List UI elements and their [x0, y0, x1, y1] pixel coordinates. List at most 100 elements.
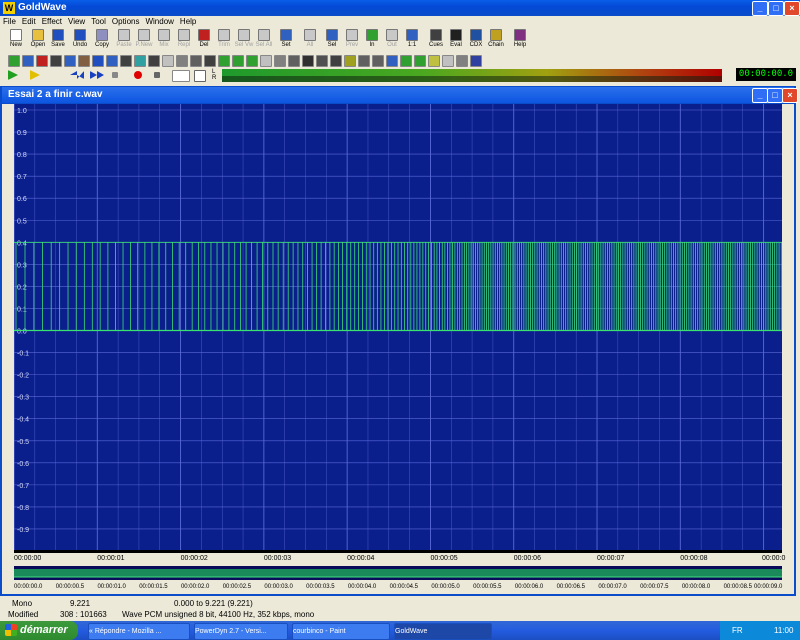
menu-help[interactable]: Help [177, 16, 199, 28]
menu-effect[interactable]: Effect [39, 16, 65, 28]
sel-all-button[interactable]: Sel All [254, 29, 274, 51]
play-icon[interactable] [8, 70, 18, 80]
effect-tool-icon[interactable] [428, 55, 440, 67]
effect-tool-icon[interactable] [344, 55, 356, 67]
effect-tool-icon[interactable] [386, 55, 398, 67]
trim-button[interactable]: Trim [214, 29, 234, 51]
cues-button[interactable]: Cues [426, 29, 446, 51]
effect-tool-icon[interactable] [456, 55, 468, 67]
effect-tool-icon[interactable] [218, 55, 230, 67]
p-new-button[interactable]: P.New [134, 29, 154, 51]
effect-tool-icon[interactable] [414, 55, 426, 67]
effect-tool-icon[interactable] [78, 55, 90, 67]
all-button[interactable]: All [300, 29, 320, 51]
copy-button[interactable]: Copy [92, 29, 112, 51]
cdx-button[interactable]: CDX [466, 29, 486, 51]
effect-tool-icon[interactable] [92, 55, 104, 67]
properties-icon[interactable] [194, 70, 206, 82]
task-firefox[interactable]: « Répondre - Mozilla ... [88, 623, 190, 640]
effect-tool-icon[interactable] [148, 55, 160, 67]
menu-view[interactable]: View [65, 16, 88, 28]
time-ruler-label: 00:00:02 [180, 555, 208, 562]
effect-tool-icon[interactable] [470, 55, 482, 67]
pause-icon[interactable] [112, 72, 118, 78]
menu-bar: File Edit Effect View Tool Options Window Help [0, 16, 800, 28]
menu-edit[interactable]: Edit [19, 16, 39, 28]
doc-close-icon[interactable]: × [782, 88, 798, 103]
set-button[interactable]: Set [276, 29, 296, 51]
rewind-icon[interactable] [70, 71, 84, 79]
minimize-icon[interactable]: _ [752, 1, 768, 16]
overview-ruler-label: 00:00:01.0 [97, 584, 126, 590]
effect-tool-icon[interactable] [190, 55, 202, 67]
effect-tool-icon[interactable] [442, 55, 454, 67]
effect-tool-icon[interactable] [330, 55, 342, 67]
fast-forward-icon[interactable] [90, 71, 104, 79]
left-gutter [2, 104, 14, 594]
effect-tool-icon[interactable] [8, 55, 20, 67]
1-1-button[interactable]: 1:1 [402, 29, 422, 51]
effect-tool-icon[interactable] [176, 55, 188, 67]
menu-tool[interactable]: Tool [88, 16, 109, 28]
doc-maximize-icon[interactable]: □ [767, 88, 783, 103]
effect-tool-icon[interactable] [246, 55, 258, 67]
play-selection-icon[interactable] [30, 70, 40, 80]
record-icon[interactable] [134, 71, 142, 79]
effect-tool-icon[interactable] [260, 55, 272, 67]
chain-button[interactable]: Chain [486, 29, 506, 51]
menu-options[interactable]: Options [109, 16, 143, 28]
toolbar-button-label: Cues [428, 42, 443, 48]
sel-vw-button[interactable]: Sel Vw [234, 29, 254, 51]
play-mode-dropdown[interactable] [172, 70, 190, 82]
effect-tool-icon[interactable] [162, 55, 174, 67]
paste-button[interactable]: Paste [114, 29, 134, 51]
effect-tool-icon[interactable] [106, 55, 118, 67]
effect-tool-icon[interactable] [204, 55, 216, 67]
effect-tool-icon[interactable] [134, 55, 146, 67]
undo-button[interactable]: Undo [70, 29, 90, 51]
effect-tool-icon[interactable] [316, 55, 328, 67]
overview-ruler-label: 00:00:03.5 [306, 584, 335, 590]
start-label: démarrer [20, 624, 68, 636]
effect-tool-icon[interactable] [288, 55, 300, 67]
effect-tool-icon[interactable] [120, 55, 132, 67]
sel-button[interactable]: Sel [322, 29, 342, 51]
task-powerdyn[interactable]: PowerDyn 2.7 - Versi... [194, 623, 288, 640]
waveform-view[interactable]: 1.00.90.80.70.60.50.40.30.20.10.0-0.1-0.… [14, 104, 782, 550]
save-button[interactable]: Save [48, 29, 68, 51]
close-icon[interactable]: × [784, 1, 800, 16]
effect-tool-icon[interactable] [50, 55, 62, 67]
in-button[interactable]: In [362, 29, 382, 51]
effect-tool-icon[interactable] [22, 55, 34, 67]
help-book-icon [514, 29, 526, 41]
menu-window[interactable]: Window [142, 16, 176, 28]
out-button[interactable]: Out [382, 29, 402, 51]
start-button[interactable]: démarrer [0, 621, 78, 640]
del-button[interactable]: Del [194, 29, 214, 51]
stop-icon[interactable] [154, 72, 160, 78]
repl-button[interactable]: Repl [174, 29, 194, 51]
effect-tool-icon[interactable] [232, 55, 244, 67]
effect-tool-icon[interactable] [36, 55, 48, 67]
task-paint[interactable]: courbinco - Paint [292, 623, 390, 640]
help-button[interactable]: Help [510, 29, 530, 51]
language-indicator[interactable]: FR [732, 621, 743, 640]
task-label: PowerDyn 2.7 - Versi... [195, 628, 267, 635]
effect-tool-icon[interactable] [274, 55, 286, 67]
effect-tool-icon[interactable] [64, 55, 76, 67]
menu-file[interactable]: File [0, 16, 19, 28]
effect-tool-icon[interactable] [400, 55, 412, 67]
mix-button[interactable]: Mix [154, 29, 174, 51]
new-button[interactable]: New [6, 29, 26, 51]
effect-tool-icon[interactable] [372, 55, 384, 67]
y-axis-label: -0.8 [17, 505, 29, 512]
doc-minimize-icon[interactable]: _ [752, 88, 768, 103]
eval-button[interactable]: Eval [446, 29, 466, 51]
effect-tool-icon[interactable] [358, 55, 370, 67]
prev-button[interactable]: Prev [342, 29, 362, 51]
task-goldwave[interactable]: GoldWave [394, 623, 492, 640]
maximize-icon[interactable]: □ [768, 1, 784, 16]
open-button[interactable]: Open [28, 29, 48, 51]
overview-waveform[interactable] [14, 566, 782, 580]
effect-tool-icon[interactable] [302, 55, 314, 67]
